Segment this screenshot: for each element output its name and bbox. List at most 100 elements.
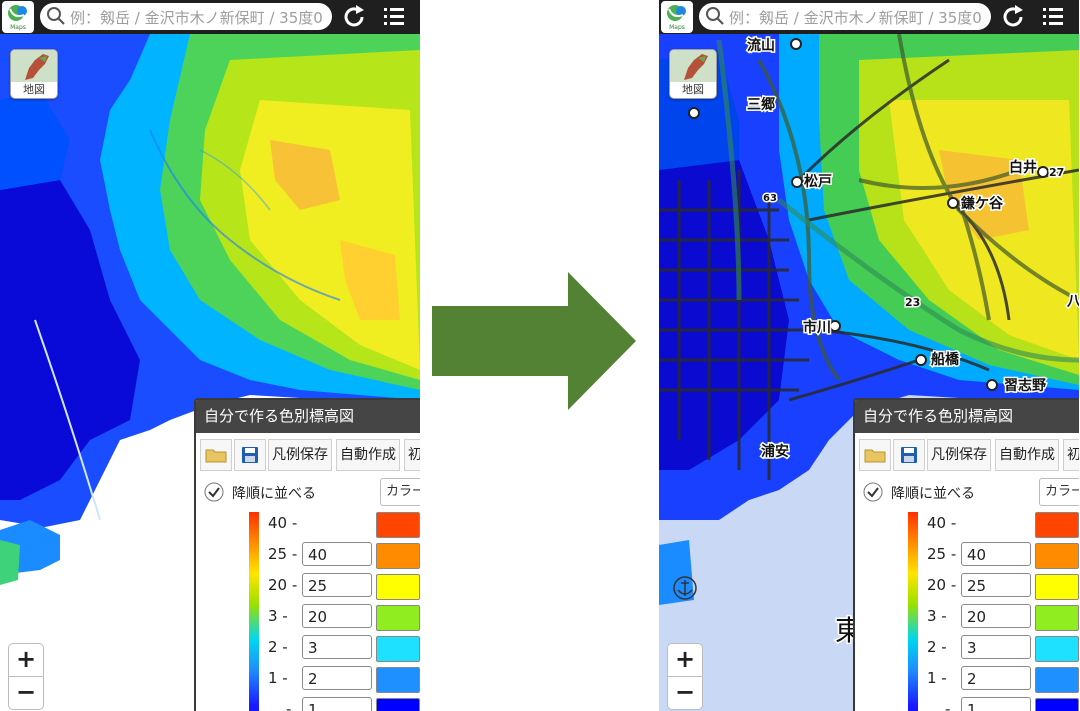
legend-row: 1 - 2 [196, 665, 420, 695]
gsi-logo-icon [667, 5, 686, 21]
color-swatch[interactable] [1035, 543, 1079, 569]
checkmark-icon[interactable] [863, 482, 883, 502]
base-map-layer-button[interactable]: 地図 [10, 49, 58, 99]
legend-row: 3 - 20 [855, 603, 1079, 633]
initialize-button[interactable]: 初 [404, 439, 420, 471]
app-logo[interactable]: Maps [661, 1, 693, 33]
upper-bound-input[interactable]: 1 [302, 697, 372, 711]
row-lower-bound: 2 - [268, 638, 288, 656]
base-map-layer-button[interactable]: 地図 [669, 49, 717, 99]
upper-bound-input[interactable]: 1 [961, 697, 1031, 711]
sort-descending-label: 降順に並べる [891, 486, 975, 502]
legend-save-button[interactable]: 凡例保存 [268, 439, 332, 471]
row-lower-bound: 20 - [927, 576, 957, 594]
row-lower-bound: 1 - [268, 669, 288, 687]
legend-toolbar: 凡例保存 自動作成 初 [855, 436, 1079, 472]
app-logo[interactable]: Maps [2, 1, 34, 33]
legend-title: 自分で作る色別標高図 [855, 400, 1079, 433]
zoom-in-button[interactable]: + [667, 643, 703, 677]
top-bar: Maps 例：剱岳 / 金沢市木ノ新保町 / 35度0 [659, 0, 1079, 34]
color-swatch[interactable] [376, 698, 420, 711]
open-file-button[interactable] [859, 439, 891, 471]
open-file-button[interactable] [200, 439, 232, 471]
legend-row: 2 - 3 [855, 634, 1079, 664]
search-input[interactable]: 例：剱岳 / 金沢市木ノ新保町 / 35度0 [40, 3, 332, 30]
upper-bound-input[interactable]: 2 [961, 666, 1031, 690]
save-file-button[interactable] [234, 439, 266, 471]
arrow-shape [432, 272, 636, 410]
color-swatch[interactable] [1035, 574, 1079, 600]
legend-row: 40 - [855, 510, 1079, 540]
folder-icon [205, 449, 227, 463]
color-swatch[interactable] [376, 574, 420, 600]
search-input[interactable]: 例：剱岳 / 金沢市木ノ新保町 / 35度0 [699, 3, 991, 30]
layer-button-label: 地図 [23, 83, 45, 96]
map-thumbnail-icon [11, 50, 57, 82]
color-swatch[interactable] [376, 636, 420, 662]
upper-bound-input[interactable]: 2 [302, 666, 372, 690]
reload-icon[interactable] [997, 2, 1029, 32]
color-swatch[interactable] [376, 605, 420, 631]
legend-title: 自分で作る色別標高図 [196, 400, 420, 433]
upper-bound-input[interactable]: 40 [302, 542, 372, 566]
map-thumbnail-icon [670, 50, 716, 82]
after-screenshot: 流山 三郷 松戸 鎌ケ谷 白井 市川 船橋 習志野 浦安 八 23 27 63 … [659, 0, 1079, 711]
map-label: 八 [1066, 294, 1079, 310]
color-swatch[interactable] [1035, 667, 1079, 693]
initialize-button[interactable]: 初 [1063, 439, 1079, 471]
upper-bound-input[interactable]: 20 [302, 604, 372, 628]
legend-save-button[interactable]: 凡例保存 [927, 439, 991, 471]
zoom-out-button[interactable]: − [8, 676, 44, 710]
checkmark-icon[interactable] [204, 482, 224, 502]
upper-bound-input[interactable]: 3 [961, 635, 1031, 659]
upper-bound-input[interactable]: 25 [302, 573, 372, 597]
zoom-in-button[interactable]: + [8, 643, 44, 677]
elevation-legend-dialog: 自分で作る色別標高図 凡例保存 自動作成 初 降順に並べる カラ [853, 398, 1079, 711]
color-swatch[interactable] [1035, 636, 1079, 662]
row-lower-bound: 3 - [927, 607, 947, 625]
color-swatch[interactable] [376, 667, 420, 693]
sort-descending-label: 降順に並べる [232, 486, 316, 502]
map-label: 27 [1049, 166, 1064, 179]
floppy-disk-icon [901, 447, 917, 463]
map-label: 63 [763, 193, 777, 204]
row-lower-bound: 3 - [268, 607, 288, 625]
upper-bound-input[interactable]: 40 [961, 542, 1031, 566]
transition-arrow-icon [432, 272, 636, 410]
map-label: 習志野 [1004, 377, 1046, 394]
elevation-legend-dialog: 自分で作る色別標高図 凡例保存 自動作成 初 降順に並べる カラ [194, 398, 420, 711]
search-placeholder: 例：剱岳 / 金沢市木ノ新保町 / 35度0 [729, 9, 982, 27]
row-lower-bound: 2 - [927, 638, 947, 656]
menu-list-icon[interactable] [1037, 2, 1069, 32]
map-label: 市川 [803, 319, 831, 336]
row-lower-bound: 1 - [927, 669, 947, 687]
color-scheme-select[interactable]: カラー [380, 478, 420, 506]
logo-text: Maps [10, 24, 26, 31]
auto-create-button[interactable]: 自動作成 [995, 439, 1059, 471]
legend-row: 25 - 40 [855, 541, 1079, 571]
search-placeholder: 例：剱岳 / 金沢市木ノ新保町 / 35度0 [70, 9, 323, 27]
map-label: 三郷 [747, 97, 775, 113]
gsi-logo-icon [8, 5, 27, 21]
color-swatch[interactable] [1035, 698, 1079, 711]
upper-bound-input[interactable]: 25 [961, 573, 1031, 597]
color-swatch[interactable] [1035, 605, 1079, 631]
menu-list-icon[interactable] [378, 2, 410, 32]
upper-bound-input[interactable]: 3 [302, 635, 372, 659]
color-swatch[interactable] [1035, 512, 1079, 538]
color-scheme-select[interactable]: カラー [1039, 478, 1079, 506]
save-file-button[interactable] [893, 439, 925, 471]
legend-row: 40 - [196, 510, 420, 540]
auto-create-button[interactable]: 自動作成 [336, 439, 400, 471]
legend-row: - 1 [855, 696, 1079, 711]
upper-bound-input[interactable]: 20 [961, 604, 1031, 628]
legend-row: 1 - 2 [855, 665, 1079, 695]
top-bar: Maps 例：剱岳 / 金沢市木ノ新保町 / 35度0 [0, 0, 420, 34]
color-swatch[interactable] [376, 512, 420, 538]
reload-icon[interactable] [338, 2, 370, 32]
zoom-out-button[interactable]: − [667, 676, 703, 710]
row-lower-bound: 40 - [927, 514, 957, 532]
row-lower-bound: 40 - [268, 514, 298, 532]
map-label: 鎌ケ谷 [960, 195, 1004, 212]
color-swatch[interactable] [376, 543, 420, 569]
